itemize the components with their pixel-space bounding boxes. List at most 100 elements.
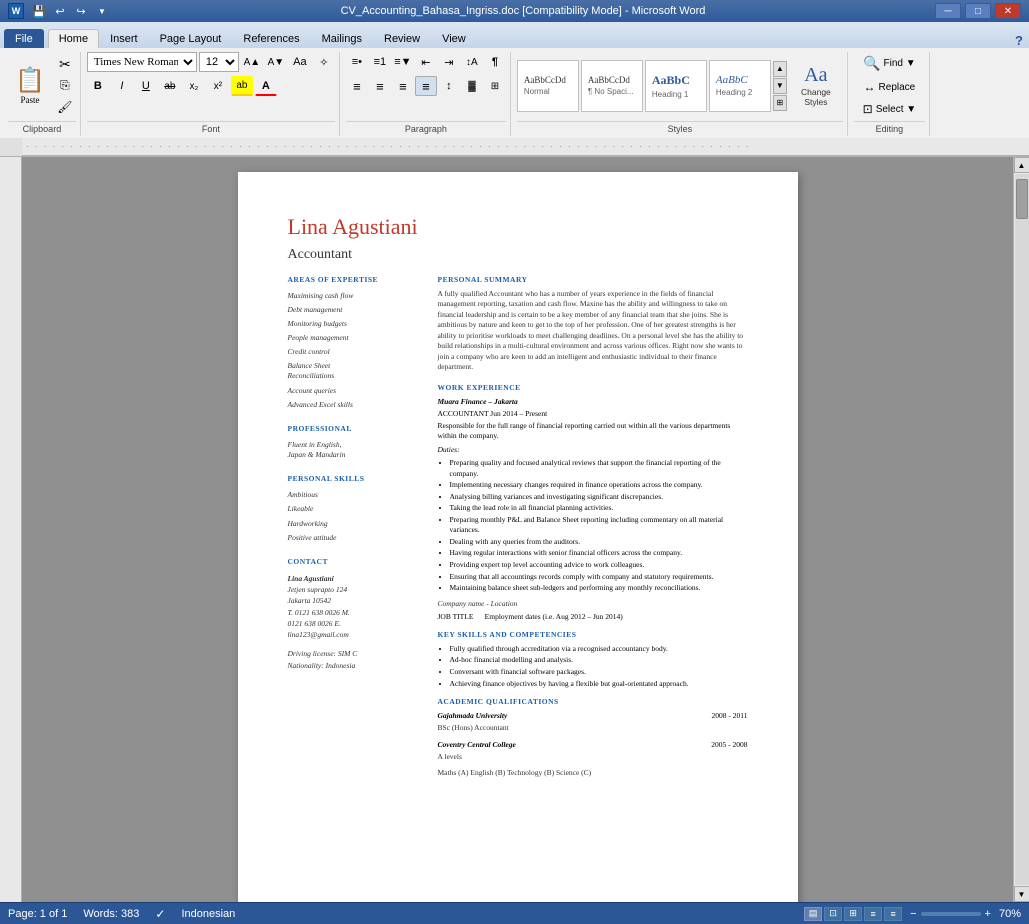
- change-styles-icon: Aa: [804, 64, 827, 87]
- scroll-down-button[interactable]: ▼: [1014, 886, 1029, 902]
- shrink-font-button[interactable]: A▼: [265, 52, 287, 72]
- duty-9: Ensuring that all accountings records co…: [450, 572, 748, 582]
- zoom-out-button[interactable]: −: [910, 908, 916, 920]
- tab-page-layout[interactable]: Page Layout: [149, 29, 233, 48]
- bold-button[interactable]: B: [87, 76, 109, 96]
- scroll-track[interactable]: [1015, 174, 1029, 885]
- contact-header: CONTACT: [288, 557, 418, 567]
- personal-summary-text: A fully qualified Accountant who has a n…: [438, 289, 748, 373]
- text-highlight-button[interactable]: ab: [231, 76, 253, 96]
- vertical-ruler: [0, 157, 22, 902]
- tab-mailings[interactable]: Mailings: [311, 29, 373, 48]
- contact-info: Lina Agustiani Jetjen suprapto 124 Jakar…: [288, 573, 418, 641]
- subscript-button[interactable]: x₂: [183, 76, 205, 96]
- duties-list: Preparing quality and focused analytical…: [438, 458, 748, 593]
- replace-button[interactable]: ↔ Replace: [859, 77, 921, 97]
- underline-button[interactable]: U: [135, 76, 157, 96]
- zoom-in-button[interactable]: +: [985, 908, 991, 920]
- zoom-level[interactable]: 70%: [999, 908, 1021, 920]
- tab-view[interactable]: View: [431, 29, 477, 48]
- italic-button[interactable]: I: [111, 76, 133, 96]
- undo-button[interactable]: ↩: [51, 2, 69, 20]
- status-bar-right: ▤ ⊡ ⊞ ≡ ≡ − + 70%: [804, 907, 1021, 921]
- academic-header: ACADEMIC QUALIFICATIONS: [438, 697, 748, 707]
- font-size-select[interactable]: 12: [199, 52, 239, 72]
- document-body: AREAS OF EXPERTISE Maximising cash flow …: [288, 275, 748, 785]
- align-right-button[interactable]: ≡: [392, 76, 414, 96]
- help-button[interactable]: ?: [1015, 33, 1023, 48]
- qual1-row: Gajahmada University 2008 - 2011: [438, 711, 748, 721]
- styles-scroll-up[interactable]: ▲: [773, 61, 787, 77]
- format-painter-button[interactable]: 🖌: [54, 97, 76, 117]
- web-layout-button[interactable]: ⊞: [844, 907, 862, 921]
- cut-button[interactable]: ✂: [54, 55, 76, 75]
- maximize-button[interactable]: □: [965, 3, 991, 19]
- justify-button[interactable]: ≡: [415, 76, 437, 96]
- left-column: AREAS OF EXPERTISE Maximising cash flow …: [288, 275, 418, 785]
- language-indicator[interactable]: Indonesian: [181, 908, 235, 920]
- view-buttons: ▤ ⊡ ⊞ ≡ ≡: [804, 907, 902, 921]
- qat-dropdown-button[interactable]: ▼: [93, 2, 111, 20]
- save-button[interactable]: 💾: [30, 2, 48, 20]
- clear-formatting-button[interactable]: ✧: [313, 52, 335, 72]
- styles-expand[interactable]: ⊞: [773, 95, 787, 111]
- outline-button[interactable]: ≡: [864, 907, 882, 921]
- vertical-scrollbar[interactable]: ▲ ▼: [1013, 157, 1029, 902]
- find-button[interactable]: 🔍 Find ▼: [858, 52, 921, 75]
- tab-references[interactable]: References: [232, 29, 310, 48]
- change-case-button[interactable]: Aa: [289, 52, 311, 72]
- document-scroll-area[interactable]: Lina Agustiani Accountant AREAS OF EXPER…: [22, 157, 1013, 902]
- select-button[interactable]: ⊡ Select ▼: [858, 99, 922, 119]
- tab-review[interactable]: Review: [373, 29, 431, 48]
- personal-item-2: Likeable: [288, 504, 418, 514]
- copy-button[interactable]: ⎘: [54, 76, 76, 96]
- close-button[interactable]: ✕: [995, 3, 1021, 19]
- sort-button[interactable]: ↕A: [461, 52, 483, 72]
- draft-button[interactable]: ≡: [884, 907, 902, 921]
- font-name-select[interactable]: Times New Roman: [87, 52, 197, 72]
- superscript-button[interactable]: x²: [207, 76, 229, 96]
- font-color-button[interactable]: A: [255, 76, 277, 96]
- paste-button[interactable]: 📋 Paste: [8, 63, 52, 108]
- minimize-button[interactable]: ─: [935, 3, 961, 19]
- paragraph-group: ≡• ≡1 ≡▼ ⇤ ⇥ ↕A ¶ ≡ ≡ ≡ ≡ ↕ ▓ ⊞: [342, 52, 511, 136]
- grow-font-button[interactable]: A▲: [241, 52, 263, 72]
- style-h1-preview: AaBbC: [652, 73, 690, 88]
- zoom-control: − + 70%: [910, 908, 1021, 920]
- indent-button[interactable]: ⇥: [438, 52, 460, 72]
- zoom-slider[interactable]: [921, 912, 981, 916]
- outdent-button[interactable]: ⇤: [415, 52, 437, 72]
- multilevel-button[interactable]: ≡▼: [392, 52, 414, 72]
- tab-insert[interactable]: Insert: [99, 29, 149, 48]
- style-heading1[interactable]: AaBbC Heading 1: [645, 60, 707, 112]
- style-normal[interactable]: AaBbCcDd Normal: [517, 60, 579, 112]
- spell-check-icon[interactable]: ✓: [155, 907, 165, 921]
- shading-button[interactable]: ▓: [461, 76, 483, 96]
- numbering-button[interactable]: ≡1: [369, 52, 391, 72]
- align-left-button[interactable]: ≡: [346, 76, 368, 96]
- expertise-item-4: People management: [288, 333, 418, 343]
- font-group: Times New Roman 12 A▲ A▼ Aa ✧ B I U ab x…: [83, 52, 340, 136]
- tab-home[interactable]: Home: [48, 29, 99, 49]
- borders-button[interactable]: ⊞: [484, 76, 506, 96]
- styles-scroll-down[interactable]: ▼: [773, 78, 787, 94]
- line-spacing-button[interactable]: ↕: [438, 76, 460, 96]
- redo-button[interactable]: ↪: [72, 2, 90, 20]
- tab-file[interactable]: File: [4, 29, 44, 48]
- font-row-1: Times New Roman 12 A▲ A▼ Aa ✧: [87, 52, 335, 72]
- scroll-up-button[interactable]: ▲: [1014, 157, 1029, 173]
- print-layout-button[interactable]: ▤: [804, 907, 822, 921]
- full-screen-button[interactable]: ⊡: [824, 907, 842, 921]
- style-heading2[interactable]: AaBbC Heading 2: [709, 60, 771, 112]
- style-h2-preview: AaBbC: [716, 74, 748, 86]
- select-label: Select ▼: [876, 104, 916, 115]
- strikethrough-button[interactable]: ab: [159, 76, 181, 96]
- scroll-thumb[interactable]: [1016, 179, 1028, 219]
- duty-10: Maintaining balance sheet sub-ledgers an…: [450, 583, 748, 593]
- qual1-name: Gajahmada University: [438, 711, 508, 721]
- bullets-button[interactable]: ≡•: [346, 52, 368, 72]
- show-marks-button[interactable]: ¶: [484, 52, 506, 72]
- style-no-spacing[interactable]: AaBbCcDd ¶ No Spaci...: [581, 60, 643, 112]
- change-styles-button[interactable]: Aa ChangeStyles: [789, 60, 843, 112]
- align-center-button[interactable]: ≡: [369, 76, 391, 96]
